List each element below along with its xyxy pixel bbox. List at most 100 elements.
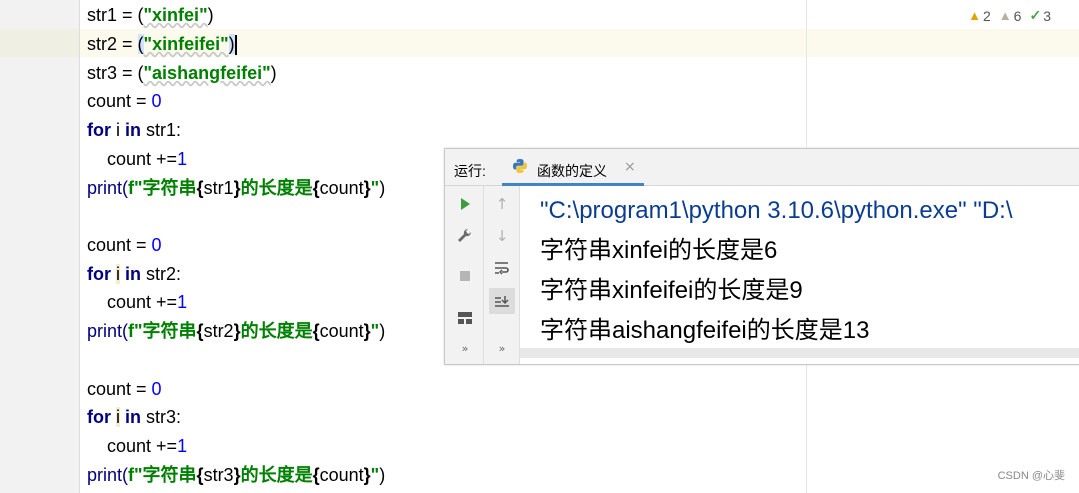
play-icon (461, 198, 470, 210)
code-text: ) (270, 63, 277, 83)
code-text: str3: (141, 407, 182, 427)
stop-button[interactable] (453, 264, 477, 288)
code-line-4[interactable]: count = 0 (87, 90, 162, 112)
fstring-brace: } (363, 178, 371, 198)
code-text: str1 (203, 178, 234, 198)
code-text: count = (87, 379, 152, 399)
keyword: in (125, 120, 142, 140)
code-text: count (319, 321, 364, 341)
code-line-3[interactable]: str3 = ("aishangfeifei") (87, 62, 277, 84)
more-icon[interactable]: » (453, 336, 477, 360)
typo-count[interactable]: ✓ 3 (1029, 7, 1051, 24)
code-text: i (111, 120, 126, 140)
wrench-icon (458, 228, 472, 242)
console-command-line: "C:\program1\python 3.10.6\python.exe" "… (540, 197, 1013, 224)
code-line-16[interactable]: count +=1 (87, 435, 187, 457)
number-literal: 1 (177, 149, 188, 169)
fstring-literal: f"字符串 (128, 465, 197, 485)
current-line-gutter-highlight (0, 29, 79, 57)
code-line-5[interactable]: for i in str1: (87, 119, 181, 141)
code-text: ) (379, 465, 386, 485)
code-line-1[interactable]: str1 = ("xinfei") (87, 4, 214, 26)
inspection-widget[interactable]: ▲ 2 ▲ 6 ✓ 3 (968, 7, 1051, 24)
warning-count[interactable]: ▲ 2 (968, 7, 991, 24)
fstring-literal: 的长度是 (240, 321, 313, 341)
number-literal: 0 (151, 235, 162, 255)
fstring-literal: " (370, 178, 380, 198)
more-icon[interactable]: » (490, 336, 514, 360)
horizontal-scrollbar[interactable] (520, 348, 1079, 358)
code-line-11[interactable]: count +=1 (87, 291, 187, 313)
line-number-gutter (0, 0, 80, 493)
code-text: count = (87, 235, 152, 255)
run-toolbar-secondary: ↑ ↓ » (484, 186, 520, 364)
fstring-literal: f"字符串 (128, 178, 197, 198)
fstring-brace: { (196, 465, 204, 485)
restore-layout-button[interactable] (453, 306, 477, 330)
fstring-brace: } (233, 321, 241, 341)
code-text: str1: (141, 120, 182, 140)
string-literal: "xinfei" (143, 5, 208, 25)
code-text: str2 (203, 321, 234, 341)
code-text: count += (87, 436, 178, 456)
code-line-2[interactable]: str2 = ("xinfeifei") (87, 33, 237, 56)
code-text: count += (87, 292, 178, 312)
code-line-6[interactable]: count +=1 (87, 148, 187, 170)
keyword: in (125, 407, 142, 427)
keyword: in (125, 264, 142, 284)
code-text: str2: (141, 264, 182, 284)
code-text: count += (87, 149, 178, 169)
code-line-9[interactable]: count = 0 (87, 234, 162, 256)
edit-configuration-button[interactable] (453, 224, 477, 248)
fstring-brace: } (363, 321, 371, 341)
run-tab[interactable]: 函数的定义 × (502, 149, 644, 186)
console-line: 字符串xinfei的长度是6 (540, 237, 778, 264)
fstring-brace: { (196, 321, 204, 341)
code-text: ) (207, 5, 214, 25)
code-line-15[interactable]: for i in str3: (87, 406, 181, 428)
soft-wrap-icon (495, 262, 509, 275)
keyword: for (87, 264, 111, 284)
fstring-brace: } (233, 465, 241, 485)
layout-icon (458, 312, 472, 324)
code-line-12[interactable]: print(f"字符串{str2}的长度是{count}") (87, 320, 385, 342)
run-tab-title: 函数的定义 (537, 163, 607, 179)
scroll-to-end-button[interactable] (489, 288, 515, 314)
fstring-brace: { (196, 178, 204, 198)
fstring-brace: } (233, 178, 241, 198)
code-text: count (319, 178, 364, 198)
close-icon[interactable]: × (624, 159, 636, 175)
keyword: for (87, 120, 111, 140)
weak-warning-count[interactable]: ▲ 6 (999, 7, 1022, 24)
code-text: str3 = ( (87, 63, 144, 83)
builtin-call: print( (87, 178, 129, 198)
scroll-to-end-icon (495, 296, 509, 307)
code-line-17[interactable]: print(f"字符串{str3}的长度是{count}") (87, 464, 385, 486)
weak-warning-icon: ▲ (998, 8, 1012, 23)
code-text: str1 = ( (87, 5, 144, 25)
code-line-10[interactable]: for i in str2: (87, 263, 181, 285)
builtin-call: print( (87, 321, 129, 341)
up-arrow-icon[interactable]: ↑ (490, 192, 514, 216)
code-text: ) (379, 321, 386, 341)
warning-count-value: 2 (983, 7, 991, 24)
text-cursor (234, 35, 237, 56)
down-arrow-icon[interactable]: ↓ (490, 224, 514, 248)
string-literal: "aishangfeifei" (143, 63, 271, 83)
check-icon: ✓ (1029, 7, 1042, 23)
code-line-14[interactable]: count = 0 (87, 378, 162, 400)
fstring-brace: { (312, 178, 320, 198)
number-literal: 0 (151, 91, 162, 111)
console-output[interactable]: "C:\program1\python 3.10.6\python.exe" "… (540, 191, 1013, 351)
rerun-button[interactable] (453, 192, 477, 216)
code-line-7[interactable]: print(f"字符串{str1}的长度是{count}") (87, 177, 385, 199)
soft-wrap-button[interactable] (490, 256, 514, 280)
fstring-literal: 的长度是 (240, 465, 313, 485)
code-text: count (319, 465, 364, 485)
line-number: 6 (0, 95, 1079, 114)
warning-icon: ▲ (968, 8, 981, 23)
keyword: for (87, 407, 111, 427)
fstring-brace: { (312, 321, 320, 341)
code-text: str3 (203, 465, 234, 485)
run-panel-header: 运行: 函数的定义 × (445, 149, 1079, 186)
